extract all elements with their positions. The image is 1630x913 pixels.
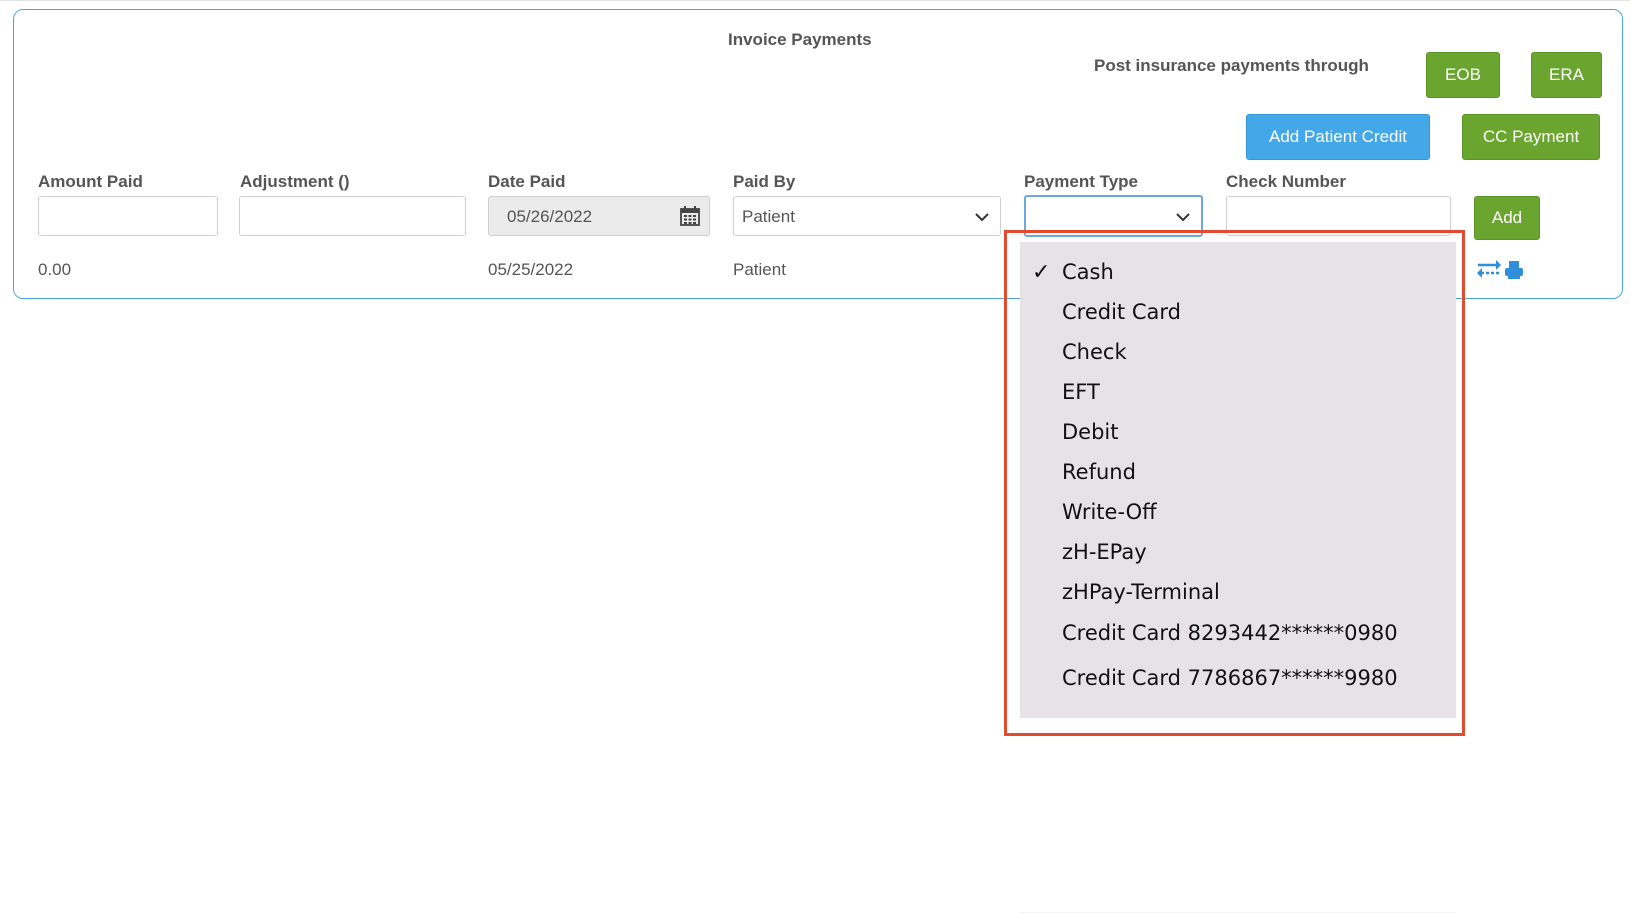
- post-insurance-text: Post insurance payments through: [1094, 56, 1369, 75]
- adjustment-input[interactable]: [239, 196, 466, 236]
- row-paid-by: Patient: [733, 260, 786, 279]
- amount-paid-label: Amount Paid: [38, 172, 143, 191]
- option-label: zHPay-Terminal: [1062, 580, 1220, 604]
- add-payment-button[interactable]: Add: [1474, 196, 1540, 240]
- paid-by-select[interactable]: Patient: [733, 196, 1001, 236]
- payment-type-label: Payment Type: [1024, 172, 1139, 191]
- paid-by-value: Patient: [742, 207, 795, 226]
- option-label-text: zHPay-Terminal: [1062, 580, 1220, 604]
- option-label: Credit Card 7786867******9980: [1062, 666, 1398, 690]
- dropdown-option[interactable]: Credit Card: [1020, 294, 1456, 334]
- dropdown-option[interactable]: Credit Card 7786867******9980: [1020, 660, 1456, 700]
- checkmark-icon: ✓: [1032, 260, 1051, 285]
- row-actions: [1477, 260, 1523, 279]
- date-paid-input[interactable]: 05/26/2022: [488, 196, 710, 236]
- dropdown-option[interactable]: Credit Card 8293442******0980: [1020, 615, 1456, 655]
- option-label: EFT: [1062, 380, 1100, 404]
- eob-button[interactable]: EOB: [1426, 52, 1500, 98]
- dropdown-option[interactable]: Write-Off: [1020, 494, 1456, 534]
- option-label-text: Credit Card: [1062, 666, 1181, 690]
- option-label: Credit Card 8293442******0980: [1062, 621, 1398, 645]
- payment-type-dropdown: ✓ Cash Credit Card Check EFT Debit Refund Write…: [1020, 242, 1456, 913]
- check-number-input[interactable]: [1226, 196, 1451, 236]
- option-label-text: Credit Card: [1062, 621, 1181, 645]
- option-label: Refund: [1062, 460, 1136, 484]
- option-label: Debit: [1062, 420, 1119, 444]
- option-label-text: Cash: [1062, 260, 1114, 284]
- dropdown-option[interactable]: ✓ Cash: [1020, 254, 1456, 294]
- adjustment-label: Adjustment (): [240, 172, 350, 191]
- option-label-text: Debit: [1062, 420, 1119, 444]
- panel-title: Invoice Payments: [728, 30, 872, 49]
- card-number: 8293442******0980: [1187, 621, 1398, 645]
- dropdown-option[interactable]: Check: [1020, 334, 1456, 374]
- option-label: Credit Card: [1062, 300, 1181, 324]
- check-number-label: Check Number: [1226, 172, 1346, 191]
- date-paid-label: Date Paid: [488, 172, 566, 191]
- dropdown-option[interactable]: Debit: [1020, 414, 1456, 454]
- dropdown-option[interactable]: zH-EPay: [1020, 534, 1456, 574]
- cc-payment-button[interactable]: CC Payment: [1462, 114, 1600, 160]
- print-icon[interactable]: [1505, 261, 1523, 279]
- option-label: Write-Off: [1062, 500, 1157, 524]
- amount-paid-input[interactable]: [38, 196, 218, 236]
- dropdown-option[interactable]: zHPay-Terminal: [1020, 574, 1456, 614]
- option-label: zH-EPay: [1062, 540, 1147, 564]
- option-label-text: Check: [1062, 340, 1127, 364]
- row-date: 05/25/2022: [488, 260, 574, 279]
- paid-by-label: Paid By: [733, 172, 796, 191]
- option-label: Check: [1062, 340, 1127, 364]
- date-paid-value: 05/26/2022: [507, 207, 593, 226]
- option-label-text: Write-Off: [1062, 500, 1157, 524]
- calendar-icon[interactable]: [679, 205, 701, 227]
- dropdown-option[interactable]: Refund: [1020, 454, 1456, 494]
- row-amount: 0.00: [38, 260, 72, 279]
- payment-type-select[interactable]: [1024, 195, 1203, 237]
- card-number: 7786867******9980: [1187, 666, 1398, 690]
- top-divider: [0, 0, 1630, 1]
- option-label-text: Credit Card: [1062, 300, 1181, 324]
- option-label-text: EFT: [1062, 380, 1100, 404]
- dropdown-option[interactable]: EFT: [1020, 374, 1456, 414]
- add-patient-credit-button[interactable]: Add Patient Credit: [1246, 114, 1430, 160]
- era-button[interactable]: ERA: [1531, 52, 1602, 98]
- option-label-text: zH-EPay: [1062, 540, 1147, 564]
- option-label: Cash: [1062, 260, 1114, 284]
- chevron-down-icon: [1176, 213, 1190, 222]
- chevron-down-icon: [975, 213, 989, 222]
- transfer-icon[interactable]: [1477, 260, 1501, 278]
- option-label-text: Refund: [1062, 460, 1136, 484]
